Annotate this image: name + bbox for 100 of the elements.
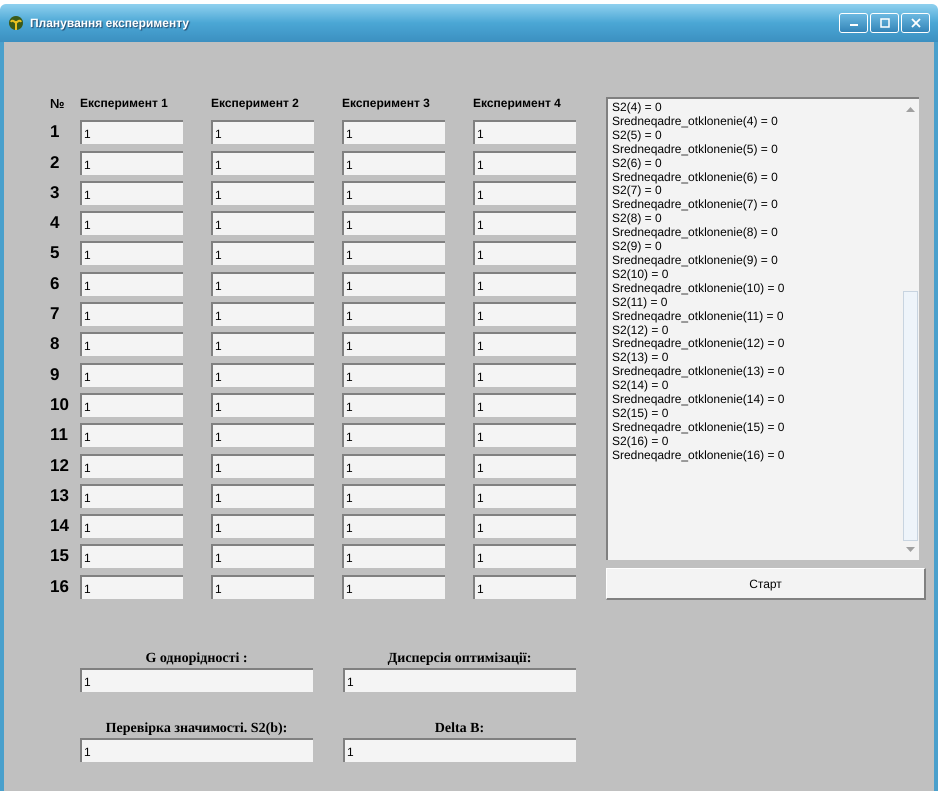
input-field[interactable]: 1: [473, 241, 576, 266]
input-field[interactable]: 1: [473, 302, 576, 326]
log-line: Sredneqadre_otklonenie(6) = 0: [612, 170, 779, 184]
plant-icon: [8, 15, 24, 31]
input-field[interactable]: 1: [211, 302, 314, 326]
column-header: Експеримент 1: [80, 96, 169, 110]
field-label: Дисперсія оптимізації:: [388, 652, 532, 666]
input-field[interactable]: 1: [80, 150, 183, 175]
input-field[interactable]: 1: [80, 272, 183, 296]
input-field[interactable]: 1: [342, 423, 445, 448]
row-number: 12: [50, 456, 70, 476]
input-field[interactable]: 1: [342, 120, 445, 144]
maximize-icon: [880, 18, 890, 28]
input-field[interactable]: 1: [342, 392, 445, 417]
input-field[interactable]: 1: [342, 332, 445, 356]
input-field[interactable]: 1: [80, 484, 183, 508]
input-field[interactable]: 1: [473, 544, 576, 568]
log-line: S2(6) = 0: [612, 156, 663, 171]
row-number: 10: [50, 394, 70, 415]
log-line: Sredneqadre_otklonenie(11) = 0: [612, 310, 785, 324]
input-field[interactable]: 1: [80, 392, 183, 417]
row-number: 3: [50, 182, 60, 203]
input-field[interactable]: 1: [342, 241, 445, 266]
input-field[interactable]: 1: [211, 392, 314, 417]
log-listbox[interactable]: [606, 97, 919, 560]
input-field[interactable]: 1: [80, 454, 183, 478]
input-field[interactable]: 1: [80, 211, 183, 236]
log-line: Sredneqadre_otklonenie(7) = 0: [612, 198, 779, 212]
input-field[interactable]: 1: [342, 362, 445, 387]
input-field[interactable]: 1: [342, 302, 445, 326]
column-header: Експеримент 4: [473, 96, 562, 110]
input-field[interactable]: 1: [211, 180, 314, 205]
input-field[interactable]: 1: [211, 423, 314, 448]
input-field[interactable]: 1: [473, 484, 576, 508]
row-number: 1: [50, 122, 60, 142]
input-field[interactable]: 1: [342, 150, 445, 175]
log-line: Sredneqadre_otklonenie(9) = 0: [612, 254, 779, 268]
input-field[interactable]: 1: [211, 272, 314, 296]
log-line: Sredneqadre_otklonenie(12) = 0: [612, 337, 786, 352]
row-number: 9: [50, 364, 60, 385]
input-field[interactable]: 1: [473, 180, 576, 205]
input-field[interactable]: 1: [211, 211, 314, 236]
input-field[interactable]: 1: [342, 211, 445, 236]
input-field[interactable]: 1: [473, 272, 576, 296]
input-field[interactable]: 1: [211, 362, 314, 387]
input-field[interactable]: 1: [473, 423, 576, 448]
scroll-thumb[interactable]: [902, 291, 918, 541]
input-field[interactable]: 1: [343, 738, 576, 762]
input-field[interactable]: 1: [80, 738, 313, 762]
input-field[interactable]: 1: [211, 514, 314, 538]
input-field[interactable]: 1: [342, 484, 445, 508]
input-field[interactable]: 1: [80, 302, 183, 326]
input-field[interactable]: 1: [473, 392, 576, 417]
input-field[interactable]: 1: [342, 544, 445, 568]
input-field[interactable]: 1: [211, 484, 314, 508]
input-field[interactable]: 1: [80, 180, 183, 205]
input-field[interactable]: 1: [211, 454, 314, 478]
close-button[interactable]: [901, 13, 930, 33]
maximize-button[interactable]: [870, 13, 899, 33]
scroll-up-icon[interactable]: [906, 107, 914, 112]
start-button[interactable]: Старт: [606, 568, 926, 600]
log-line: Sredneqadre_otklonenie(5) = 0: [612, 142, 779, 157]
input-field[interactable]: 1: [80, 574, 183, 599]
input-field[interactable]: 1: [473, 120, 576, 144]
input-field[interactable]: 1: [473, 454, 576, 478]
input-field[interactable]: 1: [211, 150, 314, 175]
log-line: S2(10) = 0: [612, 268, 670, 282]
input-field[interactable]: 1: [343, 668, 576, 692]
input-field[interactable]: 1: [473, 332, 576, 356]
input-field[interactable]: 1: [80, 423, 183, 448]
input-field[interactable]: 1: [473, 211, 576, 236]
input-field[interactable]: 1: [80, 514, 183, 538]
input-field[interactable]: 1: [342, 272, 445, 296]
input-field[interactable]: 1: [473, 514, 576, 538]
input-field[interactable]: 1: [473, 574, 576, 599]
input-field[interactable]: 1: [473, 150, 576, 175]
input-field[interactable]: 1: [80, 668, 313, 692]
input-field[interactable]: 1: [342, 180, 445, 205]
input-field[interactable]: 1: [80, 241, 183, 266]
input-field[interactable]: 1: [80, 544, 183, 568]
input-field[interactable]: 1: [211, 241, 314, 266]
window-title: Планування експерименту: [30, 16, 190, 30]
input-field[interactable]: 1: [211, 120, 314, 144]
row-number: 6: [50, 274, 60, 294]
input-field[interactable]: 1: [342, 574, 445, 599]
input-field[interactable]: 1: [211, 332, 314, 356]
row-number: 2: [50, 152, 60, 173]
input-field[interactable]: 1: [80, 362, 183, 387]
input-field[interactable]: 1: [342, 454, 445, 478]
input-field[interactable]: 1: [211, 574, 314, 599]
scroll-down-icon[interactable]: [906, 547, 914, 552]
input-field[interactable]: 1: [80, 332, 183, 356]
minimize-button[interactable]: [839, 13, 868, 33]
input-field[interactable]: 1: [80, 120, 183, 144]
log-line: S2(13) = 0: [612, 351, 670, 366]
row-number: 7: [50, 304, 60, 324]
input-field[interactable]: 1: [211, 544, 314, 568]
input-field[interactable]: 1: [342, 514, 445, 538]
log-line: Sredneqadre_otklonenie(10) = 0: [612, 282, 786, 296]
input-field[interactable]: 1: [473, 362, 576, 387]
